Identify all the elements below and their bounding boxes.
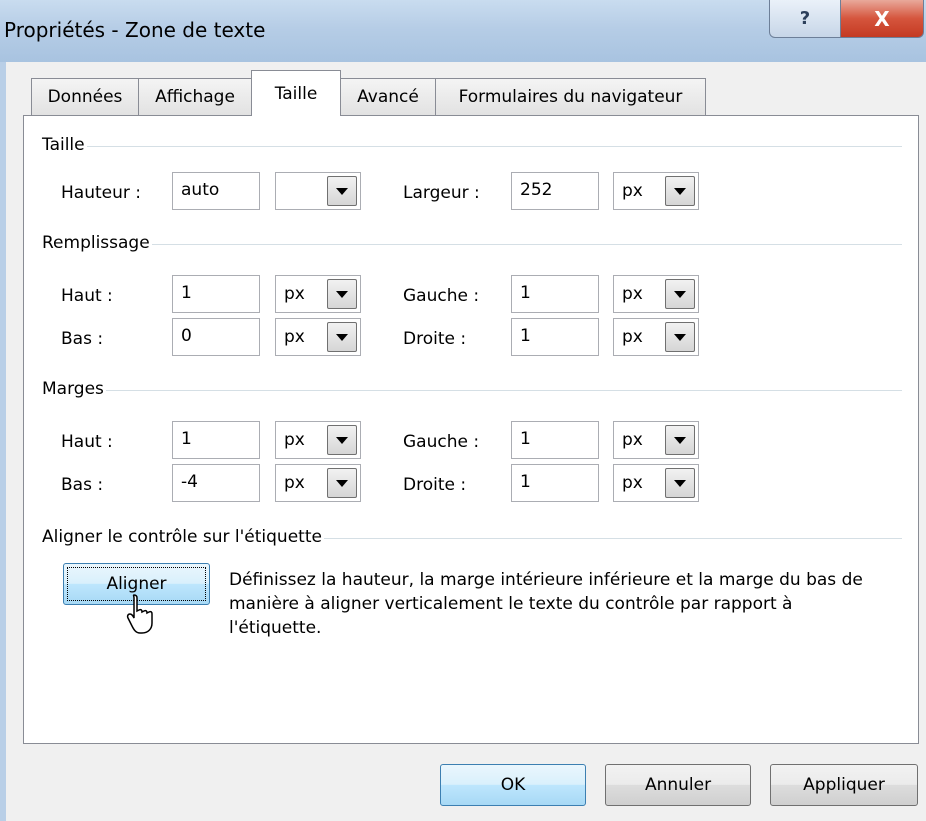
width-input[interactable]: 252: [511, 172, 599, 210]
padding-left-label: Gauche :: [403, 286, 480, 306]
margin-left-input[interactable]: 1: [511, 421, 599, 459]
padding-bottom-label: Bas :: [61, 329, 104, 349]
height-label: Hauteur :: [61, 183, 141, 203]
chevron-down-icon[interactable]: [327, 425, 357, 455]
padding-bottom-unit-select[interactable]: px: [275, 318, 361, 356]
cancel-button[interactable]: Annuler: [605, 764, 751, 806]
padding-left-unit-select[interactable]: px: [613, 275, 699, 313]
padding-bottom-input[interactable]: 0: [172, 318, 260, 356]
height-input[interactable]: auto: [172, 172, 260, 210]
apply-button[interactable]: Appliquer: [770, 764, 918, 806]
padding-right-unit-select[interactable]: px: [613, 318, 699, 356]
chevron-down-icon[interactable]: [665, 425, 695, 455]
tab-avance[interactable]: Avancé: [340, 78, 436, 115]
tab-taille[interactable]: Taille: [251, 70, 341, 116]
align-description: Définissez la hauteur, la marge intérieu…: [229, 570, 863, 638]
group-size-title: Taille: [42, 135, 85, 155]
group-margins: Marges: [42, 378, 902, 400]
group-align: Aligner le contrôle sur l'étiquette: [42, 526, 902, 548]
margin-left-label: Gauche :: [403, 432, 480, 452]
margin-bottom-input[interactable]: -4: [172, 464, 260, 502]
padding-top-unit-select[interactable]: px: [275, 275, 361, 313]
padding-top-label: Haut :: [61, 286, 113, 306]
help-icon: ?: [799, 8, 811, 29]
close-icon: X: [874, 6, 890, 31]
help-button[interactable]: ?: [769, 0, 841, 38]
margin-left-unit-select[interactable]: px: [613, 421, 699, 459]
group-margins-title: Marges: [42, 379, 104, 399]
margin-top-unit-select[interactable]: px: [275, 421, 361, 459]
chevron-down-icon[interactable]: [665, 176, 695, 206]
height-unit-select[interactable]: [275, 172, 361, 210]
group-padding-title: Remplissage: [42, 233, 150, 253]
window-title: Propriétés - Zone de texte: [4, 18, 266, 42]
margin-right-label: Droite :: [403, 475, 467, 495]
chevron-down-icon[interactable]: [327, 176, 357, 206]
tab-formulaires-navigateur[interactable]: Formulaires du navigateur: [435, 78, 706, 115]
close-button[interactable]: X: [840, 0, 924, 38]
group-align-title: Aligner le contrôle sur l'étiquette: [42, 527, 322, 547]
group-padding: Remplissage: [42, 232, 902, 254]
margin-bottom-label: Bas :: [61, 475, 104, 495]
margin-top-label: Haut :: [61, 432, 113, 452]
ok-button[interactable]: OK: [440, 764, 586, 806]
width-unit-select[interactable]: px: [613, 172, 699, 210]
tab-panel-taille: [23, 115, 919, 744]
margin-right-input[interactable]: 1: [511, 464, 599, 502]
margin-top-input[interactable]: 1: [172, 421, 260, 459]
padding-right-label: Droite :: [403, 329, 467, 349]
tab-affichage[interactable]: Affichage: [138, 78, 252, 115]
tab-donnees[interactable]: Données: [31, 78, 139, 115]
width-label: Largeur :: [403, 183, 480, 203]
chevron-down-icon[interactable]: [665, 322, 695, 352]
chevron-down-icon[interactable]: [665, 468, 695, 498]
chevron-down-icon[interactable]: [665, 279, 695, 309]
padding-right-input[interactable]: 1: [511, 318, 599, 356]
group-size: Taille: [42, 134, 902, 156]
cursor-hand-icon: [126, 594, 153, 634]
padding-left-input[interactable]: 1: [511, 275, 599, 313]
chevron-down-icon[interactable]: [327, 279, 357, 309]
padding-top-input[interactable]: 1: [172, 275, 260, 313]
chevron-down-icon[interactable]: [327, 468, 357, 498]
margin-bottom-unit-select[interactable]: px: [275, 464, 361, 502]
chevron-down-icon[interactable]: [327, 322, 357, 352]
title-bar: Propriétés - Zone de texte ? X: [0, 0, 926, 62]
margin-right-unit-select[interactable]: px: [613, 464, 699, 502]
